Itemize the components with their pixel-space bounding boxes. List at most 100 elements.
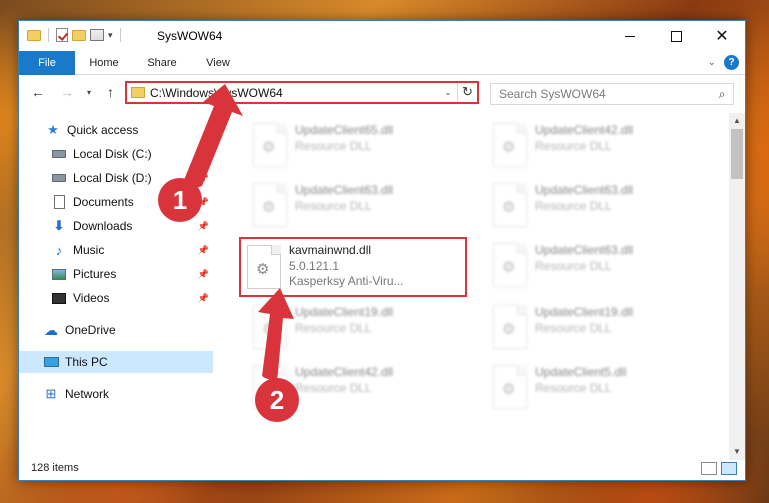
large-icons-view-icon[interactable] — [721, 462, 737, 475]
downloads-icon: ⬇ — [53, 218, 65, 233]
list-item[interactable]: ⚙ UpdateClient63.dll Resource DLL — [479, 237, 709, 291]
close-button[interactable]: ✕ — [699, 21, 745, 51]
sidebar-item-label: Downloads — [73, 219, 133, 233]
music-icon: ♪ — [55, 242, 63, 258]
list-item-kavmainwnd[interactable]: ⚙ kavmainwnd.dll 5.0.121.1 Kasperksy Ant… — [239, 237, 467, 297]
navigation-pane: ★ Quick access Local Disk (C:) Local Dis… — [19, 113, 213, 453]
list-item[interactable]: ⚙ UpdateClient19.dll Resource DLL — [479, 299, 709, 353]
list-item[interactable]: ⚙ UpdateClient63.dll Resource DLL — [479, 177, 709, 231]
dll-file-icon: ⚙ — [253, 305, 287, 349]
file-name: UpdateClient63.dll — [295, 183, 394, 197]
computer-icon — [43, 355, 59, 369]
list-item[interactable]: ⚙ UpdateClient19.dll Resource DLL — [239, 299, 469, 353]
folder-icon[interactable] — [27, 29, 41, 41]
tab-share[interactable]: Share — [137, 51, 187, 75]
list-item[interactable]: ⚙ UpdateClient5.dll Resource DLL — [479, 359, 709, 413]
dll-file-icon: ⚙ — [493, 365, 527, 409]
sidebar-item-label: Quick access — [67, 123, 139, 137]
file-name: UpdateClient19.dll — [295, 305, 394, 319]
tab-file[interactable]: File — [19, 51, 75, 75]
minimize-button[interactable] — [607, 21, 653, 51]
sidebar-item-this-pc[interactable]: This PC — [19, 351, 213, 373]
search-input[interactable]: Search SysWOW64 — [499, 87, 711, 101]
file-type: Resource DLL — [535, 381, 612, 395]
file-name: UpdateClient65.dll — [295, 123, 394, 137]
dll-file-icon: ⚙ — [493, 183, 527, 227]
pin-icon[interactable]: 📌 — [198, 173, 209, 184]
quick-access-toolbar: ▾ — [27, 28, 124, 42]
ribbon-tabs: File Home Share View ⌄ ? — [19, 51, 745, 75]
file-name: UpdateClient42.dll — [535, 123, 634, 137]
window-controls: ✕ — [607, 21, 745, 51]
list-item[interactable]: ⚙ UpdateClient65.dll Resource DLL — [239, 117, 469, 171]
file-name: UpdateClient42.dll — [295, 365, 394, 379]
vertical-scrollbar[interactable]: ▲ ▼ — [729, 113, 745, 460]
pin-icon[interactable]: 📌 — [198, 245, 209, 256]
star-icon: ★ — [47, 122, 59, 137]
item-count: 128 items — [31, 462, 79, 474]
customize-toolbar-dropdown[interactable]: ▾ — [108, 30, 113, 41]
file-type: Resource DLL — [295, 139, 372, 153]
window-title: SysWOW64 — [157, 29, 223, 43]
pin-icon[interactable]: 📌 — [198, 269, 209, 280]
videos-icon — [51, 291, 67, 305]
file-type: Resource DLL — [535, 199, 612, 213]
maximize-button[interactable] — [653, 21, 699, 51]
pin-icon[interactable]: 📌 — [198, 221, 209, 232]
sidebar-item-label: OneDrive — [65, 323, 116, 337]
address-dropdown-icon[interactable]: ⌄ — [439, 87, 457, 98]
list-item[interactable]: ⚙ UpdateClient63.dll Resource DLL — [239, 177, 469, 231]
sidebar-item-label: Documents — [73, 195, 134, 209]
dll-file-icon: ⚙ — [253, 123, 287, 167]
details-view-icon[interactable] — [701, 462, 717, 475]
view-toggle — [701, 462, 737, 475]
sidebar-item-quick-access[interactable]: ★ Quick access — [19, 119, 213, 141]
recent-locations-chevron-icon[interactable]: ▾ — [87, 88, 91, 97]
dll-file-icon: ⚙ — [247, 245, 281, 289]
forward-arrow-icon[interactable]: → — [60, 84, 74, 100]
sidebar-item-label: Videos — [73, 291, 110, 305]
properties-check-icon[interactable] — [56, 28, 68, 42]
address-bar[interactable]: C:\Windows\SysWOW64 ⌄ ↻ — [125, 81, 479, 104]
explorer-window: ▾ SysWOW64 ✕ File Home Share View ⌄ ? ← … — [18, 20, 746, 481]
title-bar: ▾ SysWOW64 ✕ — [19, 21, 745, 51]
up-arrow-icon[interactable]: ↑ — [107, 84, 114, 100]
file-name: UpdateClient19.dll — [535, 305, 634, 319]
dll-file-icon: ⚙ — [493, 243, 527, 287]
file-name: UpdateClient63.dll — [535, 183, 634, 197]
sidebar-item-pictures[interactable]: Pictures 📌 — [19, 263, 213, 285]
search-icon[interactable]: ⌕ — [711, 87, 733, 102]
list-item[interactable]: ⚙ UpdateClient42.dll Resource DLL — [479, 117, 709, 171]
sidebar-item-local-disk-c[interactable]: Local Disk (C:) — [19, 143, 213, 165]
file-type: Resource DLL — [295, 321, 372, 335]
rename-icon[interactable] — [90, 29, 104, 41]
scrollbar-thumb[interactable] — [731, 129, 743, 179]
callout-badge-2: 2 — [255, 378, 299, 422]
sidebar-item-music[interactable]: ♪ Music 📌 — [19, 239, 213, 261]
file-version: 5.0.121.1 — [289, 259, 340, 273]
sidebar-item-onedrive[interactable]: ☁ OneDrive — [19, 319, 213, 341]
sidebar-item-network[interactable]: ⊞ Network — [19, 383, 213, 405]
tab-home[interactable]: Home — [79, 51, 129, 75]
sidebar-item-label: Network — [65, 387, 110, 401]
back-arrow-icon[interactable]: ← — [31, 84, 45, 100]
tab-view[interactable]: View — [193, 51, 243, 75]
search-box[interactable]: Search SysWOW64 ⌕ — [490, 83, 734, 105]
sidebar-item-videos[interactable]: Videos 📌 — [19, 287, 213, 309]
documents-icon — [51, 195, 67, 209]
pin-icon[interactable]: 📌 — [198, 293, 209, 304]
status-bar: 128 items — [19, 458, 745, 480]
file-name: UpdateClient63.dll — [535, 243, 634, 257]
expand-ribbon-chevron-icon[interactable]: ⌄ — [708, 57, 716, 68]
file-list: ⚙ UpdateClient65.dll Resource DLL ⚙ Upda… — [231, 111, 727, 456]
dll-file-icon: ⚙ — [493, 305, 527, 349]
pictures-icon — [51, 267, 67, 281]
help-icon[interactable]: ? — [724, 55, 739, 70]
new-folder-icon[interactable] — [72, 29, 86, 41]
refresh-icon[interactable]: ↻ — [457, 83, 477, 102]
scroll-up-icon[interactable]: ▲ — [729, 113, 745, 129]
toolbar-divider — [119, 28, 121, 42]
sidebar-item-label: Local Disk (D:) — [73, 171, 152, 185]
address-path[interactable]: C:\Windows\SysWOW64 — [150, 86, 439, 100]
drive-icon — [51, 171, 67, 185]
